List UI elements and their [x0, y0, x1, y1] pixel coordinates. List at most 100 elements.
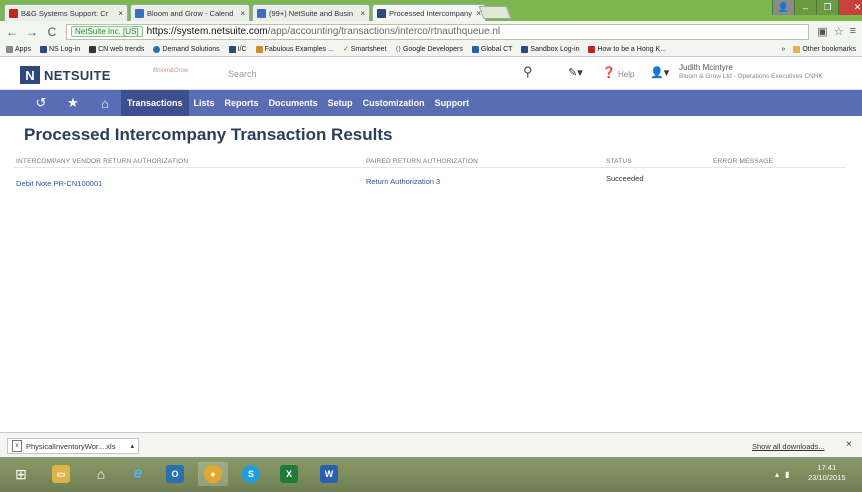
check-icon: ✓	[342, 46, 349, 53]
user-info[interactable]: Judith Mcintyre Bloom & Grow Ltd - Opera…	[679, 63, 823, 81]
browser-tab[interactable]: B&G Systems Support: Cr ×	[4, 4, 128, 21]
star-icon[interactable]: ☆	[834, 25, 844, 38]
browser-tab-strip: B&G Systems Support: Cr × Bloom and Grow…	[0, 0, 862, 21]
reload-icon[interactable]: C	[46, 25, 58, 39]
nav-lists[interactable]: Lists	[189, 90, 220, 116]
tab-title: Processed Intercompany	[389, 8, 472, 18]
forward-arrow-icon[interactable]: →	[26, 25, 38, 39]
download-file-name: PhysicalInventoryWor....xls	[26, 441, 116, 451]
page-icon	[257, 8, 266, 18]
screen: B&G Systems Support: Cr × Bloom and Grow…	[0, 0, 862, 492]
chart-icon	[89, 45, 97, 53]
tab-title: B&G Systems Support: Cr	[21, 8, 109, 18]
chevron-up-icon[interactable]: ▴	[130, 442, 134, 450]
menu-icon[interactable]: ≡	[850, 25, 856, 38]
page-action-icon[interactable]: ▣	[817, 25, 827, 38]
close-download-shelf-button[interactable]: ×	[846, 439, 852, 450]
outlook-icon[interactable]: O	[160, 462, 190, 486]
nav-documents[interactable]: Documents	[264, 90, 323, 116]
netsuite-logo-text: NETSUITE	[44, 67, 111, 83]
nav-setup[interactable]: Setup	[323, 90, 358, 116]
window-controls: 👤 – ❐ ✕	[772, 0, 862, 16]
close-icon[interactable]: ×	[118, 9, 123, 18]
close-icon[interactable]: ×	[360, 9, 365, 18]
nav-reports[interactable]: Reports	[220, 90, 264, 116]
home-icon[interactable]: ⌂	[89, 96, 121, 111]
excel-file-icon: x	[12, 440, 22, 452]
bookmark-demand-solutions[interactable]: Demand Solutions	[153, 45, 220, 53]
help-link[interactable]: Help	[618, 70, 634, 79]
netsuite-logo[interactable]: N NETSUITE	[20, 66, 111, 84]
bookmarks-bar: Apps NS Log-in CN web trends Demand Solu…	[0, 42, 862, 57]
column-header-error-message[interactable]: Error Message	[713, 158, 773, 165]
close-window-button[interactable]: ✕	[838, 0, 862, 15]
bookmark-google-developers[interactable]: ⟨⟩ Google Developers	[395, 45, 463, 54]
network-icon[interactable]: ▮	[785, 470, 789, 479]
help-icon[interactable]: ❓	[602, 66, 616, 79]
clock-time: 17:41	[817, 463, 837, 472]
minimize-button[interactable]: –	[794, 0, 816, 15]
netsuite-icon	[39, 45, 47, 53]
apps-grid-icon	[6, 45, 13, 53]
more-bookmarks-icon[interactable]: »	[781, 46, 785, 53]
windows-start-icon[interactable]: ⊞	[6, 462, 36, 486]
netsuite-header: N NETSUITE Bloom&Grow Search ⚲ ✎▾ ❓ Help…	[0, 58, 862, 90]
nav-support[interactable]: Support	[430, 90, 475, 116]
show-all-downloads-link[interactable]: Show all downloads...	[752, 442, 825, 451]
chrome-icon[interactable]: ●	[198, 462, 228, 486]
excel-icon[interactable]: X	[274, 462, 304, 486]
column-header-vendor-return[interactable]: Intercompany Vendor Return Authorization	[16, 158, 188, 165]
bookmark-apps[interactable]: Apps	[6, 45, 31, 53]
security-badge[interactable]: NetSuite Inc. [US]	[71, 26, 143, 37]
column-header-paired-return[interactable]: Paired Return Authorization	[366, 158, 478, 165]
global-search-input[interactable]: Search	[228, 69, 257, 79]
star-icon[interactable]: ★	[57, 95, 89, 111]
nav-customization[interactable]: Customization	[358, 90, 430, 116]
skype-icon[interactable]: S	[236, 462, 266, 486]
bookmark-global-ct[interactable]: Global CT	[471, 45, 512, 53]
user-menu-icon[interactable]: 👤▾	[650, 66, 669, 79]
status-value: Succeeded	[606, 174, 644, 183]
bookmark-hong-kong[interactable]: How to be a Hong K...	[588, 45, 666, 53]
other-bookmarks[interactable]: Other bookmarks	[793, 45, 856, 53]
netsuite-icon	[521, 45, 529, 53]
user-icon[interactable]: 👤	[772, 0, 794, 15]
recent-icon[interactable]: ↺	[25, 95, 57, 111]
nav-transactions[interactable]: Transactions	[121, 90, 189, 116]
bookmark-fabulous-examples[interactable]: Fabulous Examples ...	[255, 45, 334, 53]
url-input[interactable]: NetSuite Inc. [US] https://system.netsui…	[66, 23, 810, 40]
code-icon: ⟨⟩	[395, 46, 401, 53]
browser-tab[interactable]: Bloom and Grow - Calend ×	[130, 4, 250, 21]
browser-tab-active[interactable]: Processed Intercompany ×	[372, 4, 486, 21]
close-icon[interactable]: ×	[240, 9, 245, 18]
windows-taskbar: ⊞ ▭ ⌂ e O ● S X W ▴ ▮ 17:41 23/10/2015	[0, 457, 862, 492]
word-icon[interactable]: W	[314, 462, 344, 486]
browser-tab[interactable]: (99+) NetSuite and Busin ×	[252, 4, 370, 21]
bookmark-ic[interactable]: I/C	[228, 45, 247, 53]
bookmark-cn-web-trends[interactable]: CN web trends	[89, 45, 144, 53]
bookmark-ns-login[interactable]: NS Log-in	[39, 45, 80, 53]
new-tab-button[interactable]	[478, 6, 512, 19]
internet-explorer-icon[interactable]: e	[123, 462, 153, 486]
taskbar-clock[interactable]: 17:41 23/10/2015	[808, 463, 846, 483]
bookmark-smartsheet[interactable]: ✓ Smartsheet	[342, 45, 387, 54]
bookmark-icon	[588, 45, 596, 53]
recent-records-icon[interactable]: ✎▾	[568, 66, 583, 79]
folder-icon	[793, 45, 801, 53]
user-name: Judith Mcintyre	[679, 63, 733, 72]
paired-return-link[interactable]: Return Authorization 3	[366, 177, 440, 186]
file-explorer-icon[interactable]: ▭	[46, 462, 76, 486]
back-arrow-icon[interactable]: ←	[6, 25, 18, 39]
search-icon[interactable]: ⚲	[523, 64, 533, 80]
home-icon[interactable]: ⌂	[86, 462, 116, 486]
vendor-return-link[interactable]: Debit Note PR-CN100001	[16, 179, 102, 188]
url-path: /app/accounting/transactions/interco/rtn…	[267, 26, 501, 37]
bookmark-icon	[255, 45, 263, 53]
chevron-up-icon[interactable]: ▴	[775, 470, 779, 479]
tab-title: Bloom and Grow - Calend	[147, 8, 234, 18]
maximize-button[interactable]: ❐	[816, 0, 838, 15]
download-item[interactable]: x PhysicalInventoryWor....xls ▴	[7, 438, 139, 454]
bookmark-sandbox-login[interactable]: Sandbox Log-in	[521, 45, 579, 53]
column-header-status[interactable]: Status	[606, 158, 632, 165]
netsuite-logo-mark: N	[20, 66, 40, 84]
